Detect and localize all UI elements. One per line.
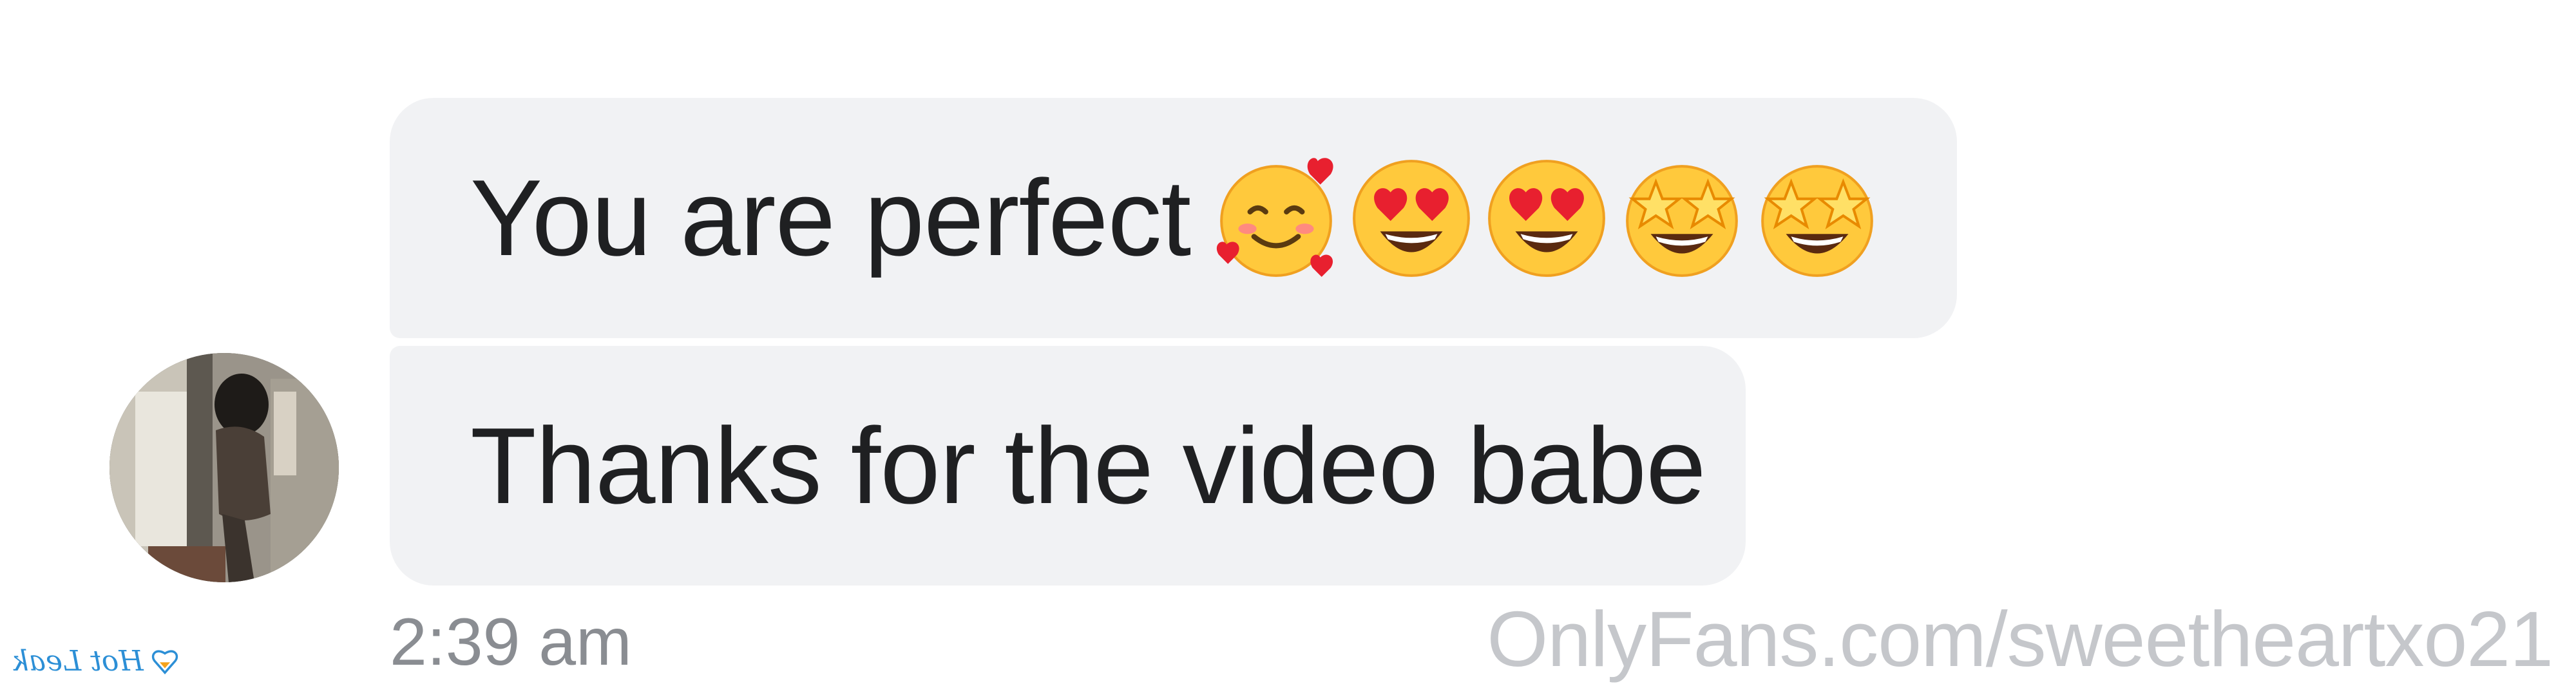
heart-eyes-icon — [1353, 159, 1471, 277]
emoji-row — [1211, 153, 1887, 283]
message-text: You are perfect — [470, 157, 1191, 278]
message-bubble[interactable]: You are perfect — [390, 98, 1957, 338]
message-bubble[interactable]: Thanks for the video babe — [390, 346, 1746, 586]
heart-eyes-icon — [1488, 159, 1606, 277]
smiling-face-with-hearts-icon — [1217, 157, 1333, 277]
star-struck-icon — [1761, 164, 1874, 277]
avatar-photo — [110, 353, 339, 582]
message-text: Thanks for the video babe — [470, 405, 1706, 526]
sender-avatar[interactable] — [110, 353, 339, 582]
star-struck-icon — [1626, 164, 1739, 277]
hot-leak-logo: Hot Leak — [12, 642, 180, 680]
watermark-text: OnlyFans.com/sweetheartxo21 — [1487, 595, 2553, 683]
logo-text: Hot Leak — [12, 644, 144, 678]
heart-logo-icon — [151, 650, 178, 675]
message-timestamp: 2:39 am — [390, 605, 632, 680]
